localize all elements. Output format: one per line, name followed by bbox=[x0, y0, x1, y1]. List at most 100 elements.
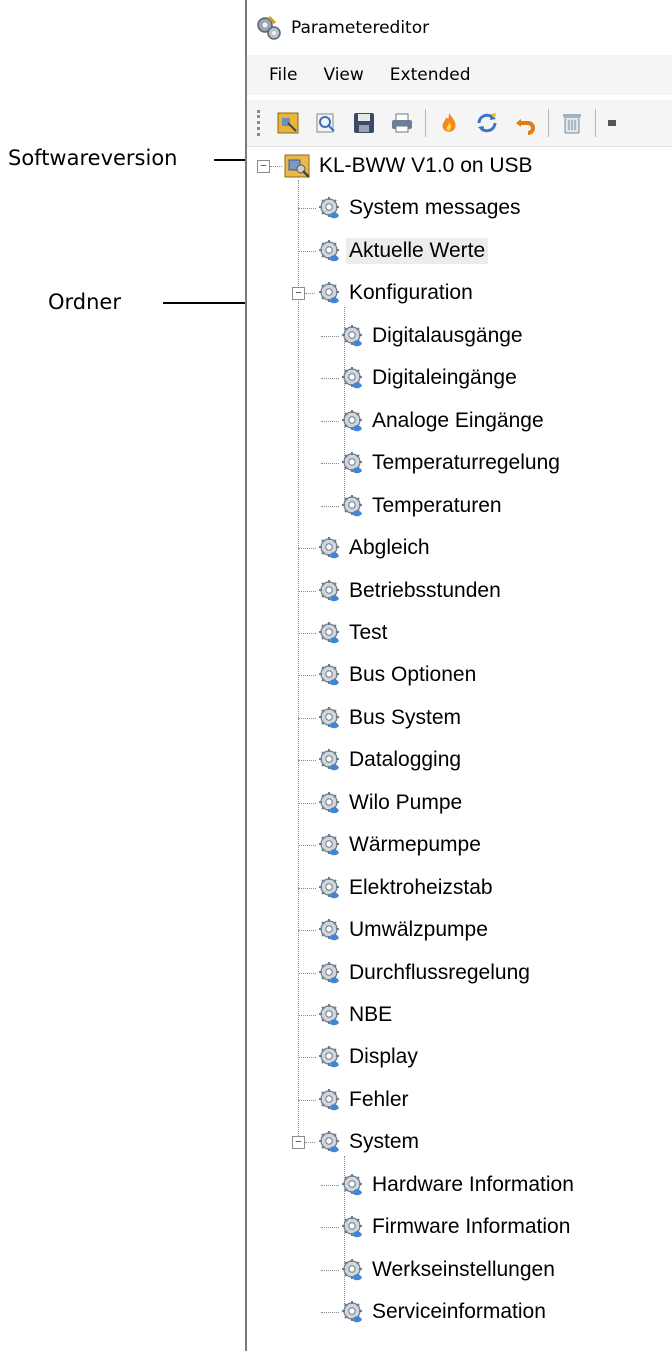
tree-item-serviceinformation[interactable]: Serviceinformation bbox=[372, 1299, 546, 1325]
more-tools-icon[interactable] bbox=[606, 110, 616, 136]
window-title: Parametereditor bbox=[291, 18, 430, 38]
gear-icon bbox=[340, 1214, 366, 1240]
tree-item-hardware-information[interactable]: Hardware Information bbox=[372, 1172, 574, 1198]
gear-icon bbox=[340, 365, 366, 391]
tree-item-durchflussregelung[interactable]: Durchflussregelung bbox=[349, 960, 530, 986]
tree-item-betriebsstunden[interactable]: Betriebsstunden bbox=[349, 578, 501, 604]
tree-item-digitalausgänge[interactable]: Digitalausgänge bbox=[372, 323, 523, 349]
gear-icon bbox=[317, 875, 343, 901]
gear-icon bbox=[317, 1044, 343, 1070]
softwareversion-callout: Softwareversion bbox=[8, 146, 178, 170]
gear-icon bbox=[340, 1172, 366, 1198]
tree-item-nbe[interactable]: NBE bbox=[349, 1002, 392, 1028]
collapse-konfiguration-expander[interactable]: − bbox=[292, 287, 305, 301]
tree-item-werkseinstellungen[interactable]: Werkseinstellungen bbox=[372, 1257, 555, 1283]
tree-item-aktuelle-werte[interactable]: Aktuelle Werte bbox=[346, 237, 489, 264]
gear-icon bbox=[317, 578, 343, 604]
gears-app-icon bbox=[257, 15, 281, 40]
tree-connector bbox=[305, 293, 315, 295]
tree-connector bbox=[298, 1015, 316, 1016]
tree-item-umwälzpumpe[interactable]: Umwälzpumpe bbox=[349, 917, 488, 943]
tree-item-system-messages[interactable]: System messages bbox=[349, 195, 521, 221]
gear-icon bbox=[317, 960, 343, 986]
trash-icon[interactable] bbox=[559, 110, 585, 136]
tree-item-konfiguration[interactable]: Konfiguration bbox=[349, 280, 473, 306]
gear-icon bbox=[317, 238, 343, 264]
gear-icon bbox=[317, 662, 343, 688]
tree-connector bbox=[298, 802, 316, 804]
tree-item-system[interactable]: System bbox=[349, 1129, 419, 1155]
tree-connector bbox=[270, 166, 282, 167]
undo-icon[interactable] bbox=[512, 110, 538, 136]
tree-connector bbox=[298, 717, 316, 719]
gear-icon bbox=[340, 1257, 366, 1283]
gear-icon bbox=[317, 747, 343, 773]
tree-connector bbox=[298, 760, 316, 762]
title-bar: Parametereditor bbox=[247, 6, 672, 50]
tree-connector bbox=[321, 505, 339, 507]
toolbar-grip[interactable] bbox=[257, 110, 263, 136]
gear-icon bbox=[340, 493, 366, 519]
menu-file[interactable]: File bbox=[269, 61, 297, 89]
tree-connector bbox=[321, 463, 339, 465]
print-icon[interactable] bbox=[389, 110, 415, 136]
parametereditor-window: Parametereditor File View Extended − KL-… bbox=[245, 0, 672, 1351]
tree-connector bbox=[298, 180, 299, 1143]
tree-connector bbox=[298, 1099, 316, 1101]
tree-connector bbox=[305, 1142, 315, 1144]
tree-item-wilo-pumpe[interactable]: Wilo Pumpe bbox=[349, 790, 462, 816]
menu-bar: File View Extended bbox=[247, 55, 672, 95]
gear-icon bbox=[317, 1002, 343, 1028]
search-icon[interactable] bbox=[313, 110, 339, 136]
tree-item-test[interactable]: Test bbox=[349, 620, 388, 646]
tree-connector bbox=[298, 887, 316, 889]
tree-item-temperaturen[interactable]: Temperaturen bbox=[372, 493, 502, 519]
flame-icon[interactable] bbox=[436, 110, 462, 136]
save-icon[interactable] bbox=[351, 110, 377, 136]
tree-item-elektroheizstab[interactable]: Elektroheizstab bbox=[349, 875, 493, 901]
collapse-system-expander[interactable]: − bbox=[292, 1136, 305, 1150]
tree-item-analoge-eingänge[interactable]: Analoge Eingänge bbox=[372, 408, 544, 434]
gear-icon bbox=[340, 450, 366, 476]
tree-item-bus-optionen[interactable]: Bus Optionen bbox=[349, 662, 476, 688]
tree-item-bus-system[interactable]: Bus System bbox=[349, 705, 461, 731]
refresh-icon[interactable] bbox=[474, 110, 500, 136]
gear-icon bbox=[317, 790, 343, 816]
gear-icon bbox=[317, 832, 343, 858]
connect-icon[interactable] bbox=[275, 110, 301, 136]
collapse-root-expander[interactable]: − bbox=[257, 160, 270, 173]
tree-connector bbox=[298, 1057, 316, 1059]
tree-connector bbox=[321, 1269, 339, 1271]
toolbar-separator bbox=[595, 109, 596, 137]
tree-item-abgleich[interactable]: Abgleich bbox=[349, 535, 430, 561]
tree-item-wärmepumpe[interactable]: Wärmepumpe bbox=[349, 832, 481, 858]
tree-connector bbox=[321, 1184, 339, 1186]
tree-connector bbox=[298, 845, 316, 847]
toolbar-separator bbox=[548, 109, 549, 137]
menu-view[interactable]: View bbox=[323, 61, 363, 89]
tree-connector bbox=[321, 1227, 339, 1229]
tree-item-digitaleingänge[interactable]: Digitaleingänge bbox=[372, 365, 517, 391]
tree-connector bbox=[298, 675, 316, 677]
gear-icon bbox=[340, 1299, 366, 1325]
tree-connector bbox=[321, 378, 339, 380]
gear-icon bbox=[317, 280, 343, 306]
tree-connector bbox=[321, 420, 339, 422]
tree-connector bbox=[298, 250, 316, 252]
tree-item-fehler[interactable]: Fehler bbox=[349, 1087, 409, 1113]
gear-icon bbox=[340, 408, 366, 434]
tree-item-datalogging[interactable]: Datalogging bbox=[349, 747, 461, 773]
menu-extended[interactable]: Extended bbox=[390, 61, 471, 89]
gear-icon bbox=[317, 1129, 343, 1155]
toolbar bbox=[247, 100, 672, 147]
gear-icon bbox=[340, 323, 366, 349]
tree-connector bbox=[298, 590, 316, 592]
tree-connector bbox=[298, 972, 316, 974]
tree-item-temperaturregelung[interactable]: Temperaturregelung bbox=[372, 450, 560, 476]
tree-root-label[interactable]: KL-BWW V1.0 on USB bbox=[319, 153, 533, 179]
tree-item-firmware-information[interactable]: Firmware Information bbox=[372, 1214, 570, 1240]
tree-item-display[interactable]: Display bbox=[349, 1044, 418, 1070]
gear-icon bbox=[317, 917, 343, 943]
gear-icon bbox=[317, 705, 343, 731]
tree-connector bbox=[298, 208, 316, 210]
